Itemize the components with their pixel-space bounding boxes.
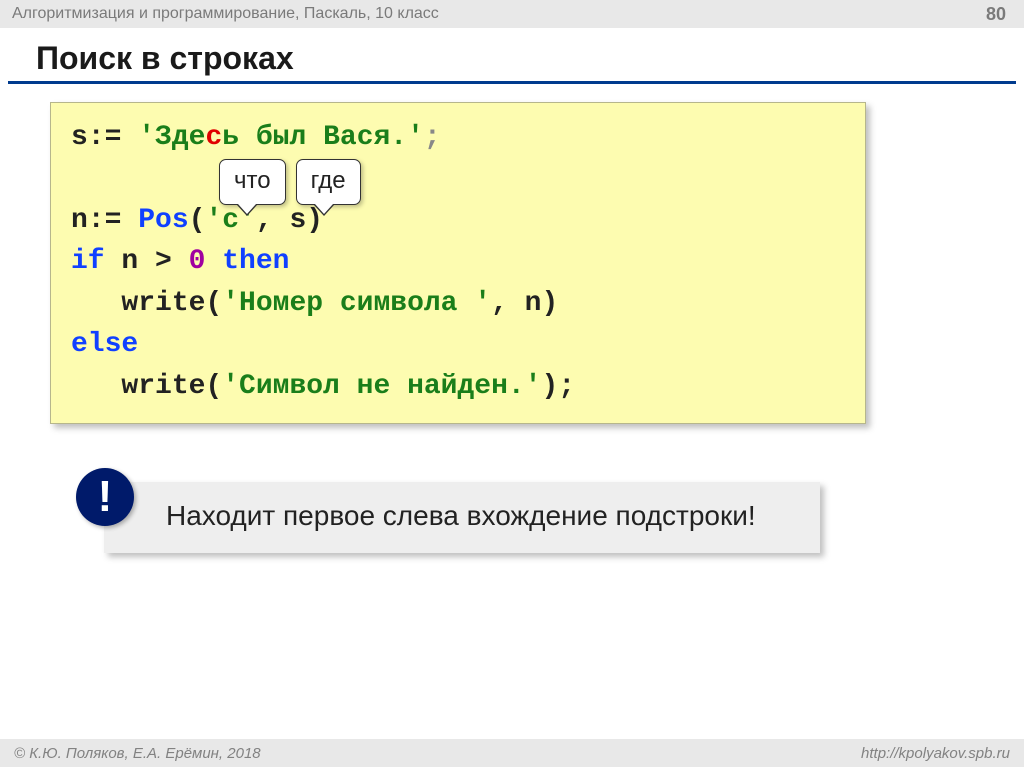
- page-title: Поиск в строках: [0, 28, 1024, 81]
- code-keyword: if: [71, 246, 105, 277]
- code-string: Зде: [155, 122, 205, 153]
- footer-copyright: © К.Ю. Поляков, Е.А. Ерёмин, 2018: [14, 745, 261, 762]
- code-line-4: write('Номер символа ', n): [71, 283, 845, 324]
- code-text: s:=: [71, 122, 138, 153]
- code-string: 'Номер символа ': [222, 288, 491, 319]
- code-line-5: else: [71, 324, 845, 365]
- code-line-3: if n > 0 then: [71, 241, 845, 282]
- code-quote: ': [407, 122, 424, 153]
- bubble-what: что: [219, 159, 286, 205]
- code-string: ь был Вася.: [222, 122, 407, 153]
- code-text: [205, 246, 222, 277]
- header-bar: Алгоритмизация и программирование, Паска…: [0, 0, 1024, 28]
- code-string: 'Символ не найден.': [222, 371, 541, 402]
- bubble-where: где: [296, 159, 361, 205]
- code-text: n:=: [71, 205, 138, 236]
- title-rule: [8, 81, 1016, 84]
- code-text: , n): [491, 288, 558, 319]
- callout-bubbles: что где: [219, 159, 361, 205]
- code-number: 0: [189, 246, 206, 277]
- code-text: n >: [105, 246, 189, 277]
- code-highlight: с: [205, 122, 222, 153]
- code-punct: (: [189, 205, 206, 236]
- code-line-2: n:= Pos('с', s): [71, 200, 845, 241]
- code-line-1: s:= 'Здесь был Вася.';: [71, 117, 845, 158]
- code-keyword: else: [71, 329, 138, 360]
- code-text: , s: [256, 205, 306, 236]
- code-line-6: write('Символ не найден.');: [71, 366, 845, 407]
- page-number: 80: [986, 4, 1006, 25]
- footer-bar: © К.Ю. Поляков, Е.А. Ерёмин, 2018 http:/…: [0, 739, 1024, 767]
- code-quote: ': [138, 122, 155, 153]
- code-block: s:= 'Здесь был Вася.'; n:= Pos('с', s) i…: [50, 102, 866, 424]
- code-func: Pos: [138, 205, 188, 236]
- code-text: );: [542, 371, 576, 402]
- code-text: write(: [71, 371, 222, 402]
- note-text: Находит первое слева вхождение подстроки…: [166, 500, 756, 531]
- note-box: ! Находит первое слева вхождение подстро…: [104, 482, 820, 553]
- code-keyword: then: [222, 246, 289, 277]
- exclamation-icon: !: [76, 468, 134, 526]
- footer-url: http://kpolyakov.spb.ru: [861, 745, 1010, 762]
- code-line-blank: [71, 158, 845, 199]
- code-text: write(: [71, 288, 222, 319]
- code-punct: ;: [424, 122, 441, 153]
- course-title: Алгоритмизация и программирование, Паска…: [12, 5, 439, 23]
